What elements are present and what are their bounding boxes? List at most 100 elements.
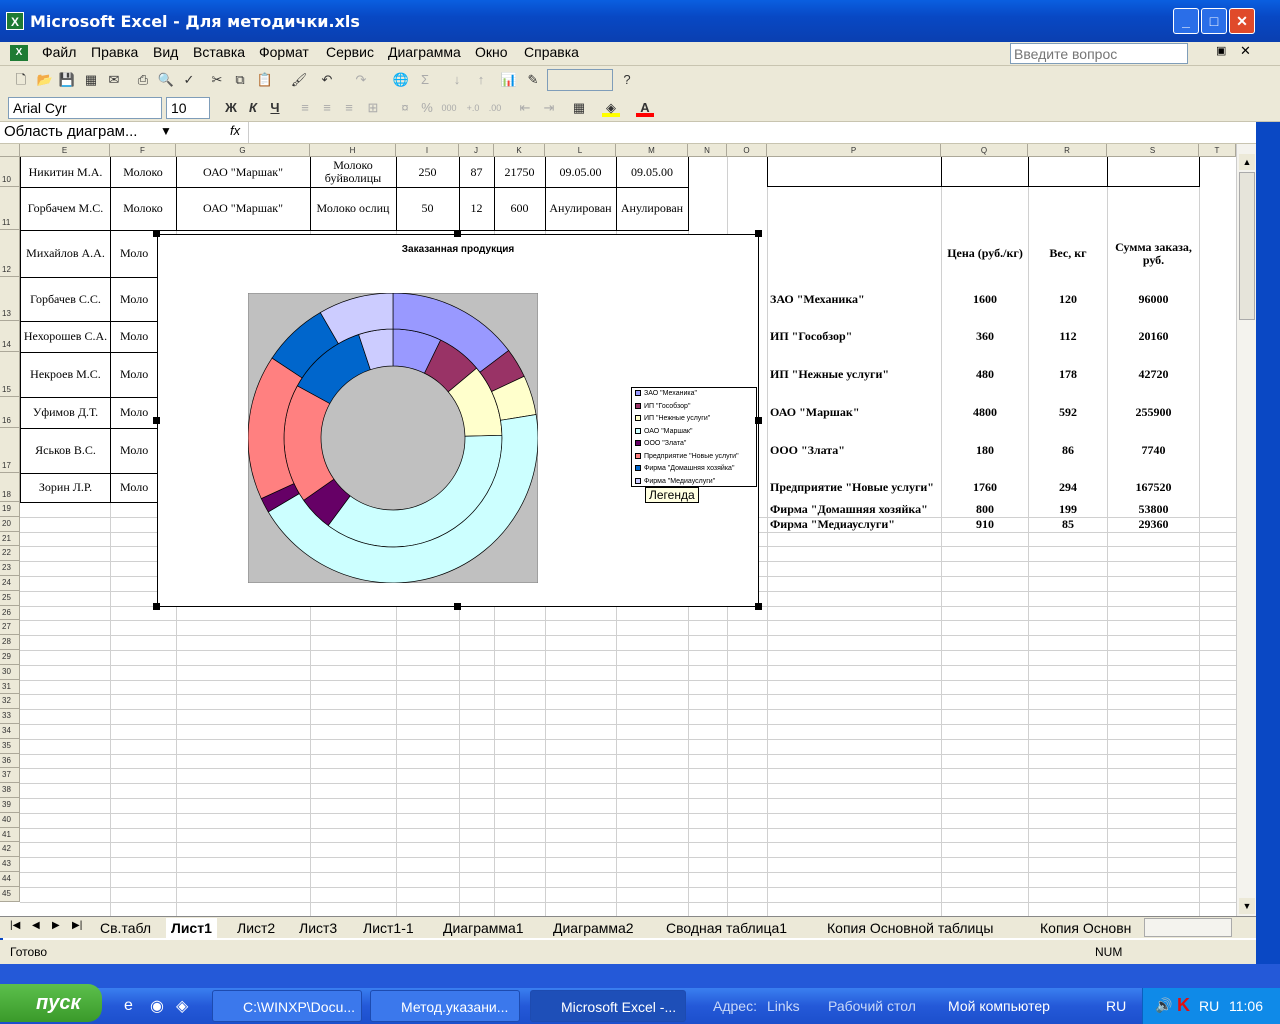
drawing-icon[interactable]: ✎	[524, 71, 542, 89]
summary-price[interactable]: 910	[941, 517, 1029, 532]
inc-indent-icon[interactable]: ⇥	[540, 99, 558, 117]
zoom-combo[interactable]	[547, 69, 613, 91]
row-header[interactable]: 32	[0, 694, 20, 710]
menu-insert[interactable]: Вставка	[193, 44, 245, 60]
menu-chart[interactable]: Диаграмма	[388, 44, 461, 60]
mail-icon[interactable]: ✉	[105, 71, 123, 89]
row-header[interactable]: 18	[0, 473, 20, 502]
print-icon[interactable]: ⎙	[134, 71, 152, 89]
summary-sum[interactable]: 167520	[1107, 473, 1200, 502]
open-icon[interactable]: 📂	[36, 71, 54, 89]
summary-header-sum[interactable]: Сумма заказа, руб.	[1107, 230, 1200, 277]
excel-icon[interactable]: X	[6, 12, 24, 30]
column-header[interactable]: G	[176, 144, 310, 157]
cell-supplier[interactable]: ОАО "Маршак"	[176, 187, 311, 231]
summary-weight[interactable]: 85	[1028, 517, 1108, 532]
column-header[interactable]: M	[616, 144, 688, 157]
row-header[interactable]: 20	[0, 516, 20, 532]
row-header[interactable]: 17	[0, 428, 20, 473]
summary-company[interactable]: Предприятие "Новые услуги"	[767, 473, 942, 502]
menu-tools[interactable]: Сервис	[326, 44, 374, 60]
cell-product[interactable]: Моло	[110, 428, 158, 474]
summary-price[interactable]: 1600	[941, 277, 1029, 322]
cell-name[interactable]: Горбачев С.С.	[20, 277, 111, 322]
language-indicator[interactable]: RU	[1106, 998, 1126, 1014]
percent-icon[interactable]: %	[418, 99, 436, 117]
corner-select-all[interactable]	[0, 144, 20, 157]
cell-weight[interactable]: 87	[459, 157, 495, 188]
align-center-icon[interactable]: ≡	[318, 99, 336, 117]
desktop-label[interactable]: Рабочий стол	[828, 998, 916, 1014]
permission-icon[interactable]: ▦	[82, 71, 100, 89]
row-header[interactable]: 34	[0, 724, 20, 739]
workbook-icon[interactable]: X	[10, 45, 28, 61]
scroll-thumb[interactable]	[1239, 172, 1255, 320]
tab-copy-main[interactable]: Копия Основной таблицы	[827, 918, 993, 938]
kaspersky-icon[interactable]: K	[1177, 995, 1190, 1016]
sort-asc-icon[interactable]: ↓	[448, 71, 466, 89]
column-header[interactable]: S	[1107, 144, 1199, 157]
summary-company[interactable]: ООО "Злата"	[767, 428, 942, 473]
row-header[interactable]: 36	[0, 753, 20, 769]
menu-format[interactable]: Формат	[259, 44, 309, 60]
cell-name[interactable]: Некроев М.С.	[20, 352, 111, 398]
summary-sum[interactable]: 53800	[1107, 502, 1200, 517]
summary-sum[interactable]: 42720	[1107, 352, 1200, 397]
row-header[interactable]: 31	[0, 679, 20, 695]
summary-empty-cell[interactable]	[767, 157, 942, 187]
minimize-button[interactable]: _	[1173, 8, 1199, 34]
resize-handle[interactable]	[454, 230, 461, 237]
summary-company[interactable]: Фирма "Медиауслуги"	[767, 517, 942, 532]
column-header[interactable]: H	[310, 144, 396, 157]
legend-entry[interactable]: Фирма "Медиауслуги"	[632, 476, 756, 487]
ie-icon[interactable]: e	[124, 997, 133, 1015]
cell-product[interactable]: Молоко	[110, 187, 177, 231]
row-header[interactable]: 37	[0, 768, 20, 784]
column-header[interactable]: N	[688, 144, 727, 157]
row-header[interactable]: 21	[0, 531, 20, 547]
cell-name[interactable]: Михайлов А.А.	[20, 230, 111, 278]
help-icon[interactable]: ?	[618, 71, 636, 89]
menu-view[interactable]: Вид	[153, 44, 178, 60]
dec-indent-icon[interactable]: ⇤	[516, 99, 534, 117]
currency-icon[interactable]: ¤	[396, 99, 414, 117]
cell-weight[interactable]: 12	[459, 187, 495, 231]
legend-entry[interactable]: ОАО "Маршак"	[632, 426, 756, 439]
column-header[interactable]: R	[1028, 144, 1107, 157]
tab-list1-1[interactable]: Лист1-1	[363, 918, 414, 938]
volume-icon[interactable]: 🔊	[1155, 997, 1172, 1014]
summary-weight[interactable]: 112	[1028, 321, 1108, 352]
legend-entry[interactable]: ООО "Злата"	[632, 438, 756, 451]
cell-price[interactable]: 250	[396, 157, 460, 188]
tab-list3[interactable]: Лист3	[299, 918, 337, 938]
new-icon[interactable]: 🗋	[12, 71, 30, 89]
summary-sum[interactable]: 7740	[1107, 428, 1200, 473]
column-header[interactable]: O	[727, 144, 767, 157]
row-header[interactable]: 33	[0, 709, 20, 724]
close-doc-icon[interactable]: ✕	[1240, 43, 1251, 59]
summary-weight[interactable]: 120	[1028, 277, 1108, 322]
autosum-icon[interactable]: Σ	[416, 71, 434, 89]
borders-icon[interactable]: ▦	[570, 99, 588, 117]
column-header[interactable]: L	[545, 144, 616, 157]
resize-handle[interactable]	[153, 230, 160, 237]
cell-name[interactable]: Яськов В.С.	[20, 428, 111, 474]
row-header[interactable]: 38	[0, 783, 20, 798]
dec-decimal-icon[interactable]: .00	[486, 99, 504, 117]
summary-empty-cell[interactable]	[941, 157, 1029, 187]
tab-copy-main2[interactable]: Копия Основн	[1040, 918, 1131, 938]
summary-price[interactable]: 480	[941, 352, 1029, 397]
cell-name[interactable]: Нехорошев С.А.	[20, 321, 111, 353]
cell-product[interactable]: Моло	[110, 397, 158, 429]
menu-window[interactable]: Окно	[475, 44, 508, 60]
summary-sum[interactable]: 20160	[1107, 321, 1200, 352]
row-header[interactable]: 27	[0, 620, 20, 636]
cut-icon[interactable]: ✂	[208, 71, 226, 89]
resize-handle[interactable]	[755, 603, 762, 610]
summary-header-weight[interactable]: Вес, кг	[1028, 230, 1108, 277]
summary-price[interactable]: 4800	[941, 397, 1029, 428]
row-header[interactable]: 11	[0, 187, 20, 230]
inc-decimal-icon[interactable]: +.0	[464, 99, 482, 117]
row-header[interactable]: 13	[0, 277, 20, 321]
font-color-icon[interactable]: A	[636, 99, 654, 117]
